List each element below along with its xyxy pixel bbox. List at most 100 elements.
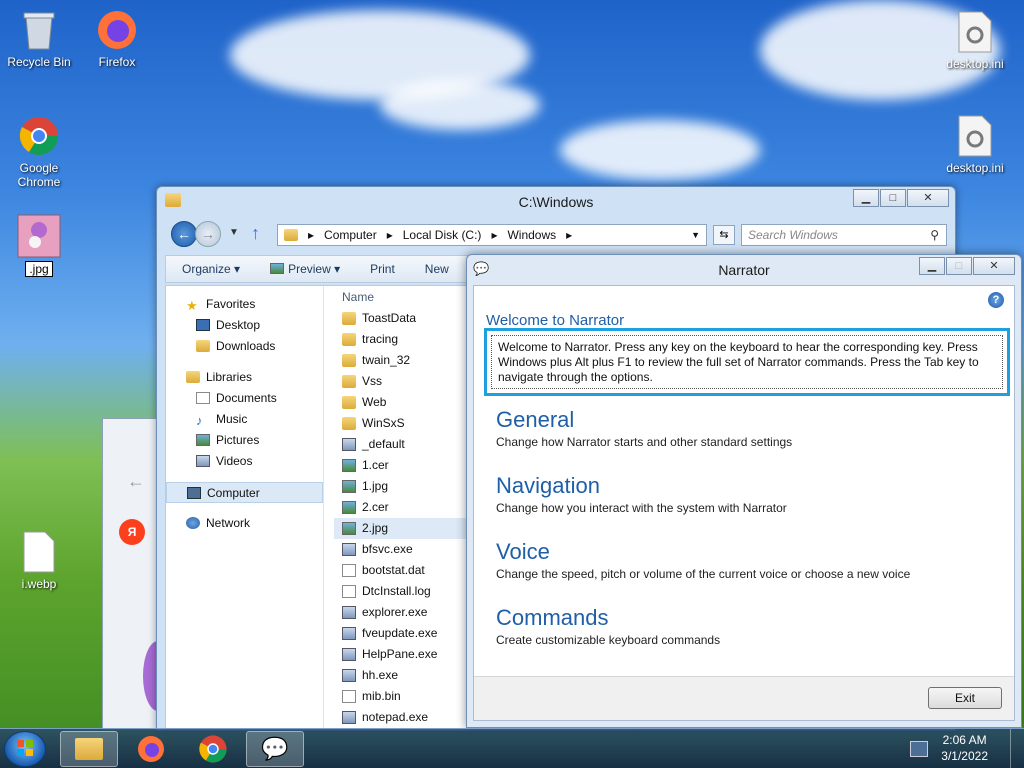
file-row[interactable]: 1.jpg [334,476,474,497]
nav-music[interactable]: ♪ Music [166,409,323,430]
back-arrow-icon[interactable]: ← [127,471,145,492]
nav-documents[interactable]: Documents [166,388,323,409]
section-general[interactable]: General Change how Narrator starts and o… [496,406,792,450]
file-row[interactable]: DtcInstall.log [334,581,474,602]
navigation-pane[interactable]: ★ Favorites Desktop Downloads Libraries D… [166,286,324,729]
preview-button[interactable]: Preview ▾ [270,262,340,276]
file-row[interactable]: fveupdate.exe [334,623,474,644]
taskbar-chrome[interactable] [184,731,242,767]
file-row[interactable]: HelpPane.exe [334,644,474,665]
section-desc: Create customizable keyboard commands [496,633,721,647]
file-row[interactable]: _default [334,434,474,455]
breadcrumb-computer[interactable]: Computer [324,228,377,242]
minimize-button[interactable]: ▁ [853,189,879,207]
taskbar-firefox[interactable] [122,731,180,767]
breadcrumb-windows[interactable]: Windows [507,228,556,242]
search-icon[interactable]: ⚲ [930,228,939,242]
file-icon [342,522,356,535]
recent-pages-chevron-icon[interactable]: ▼ [229,227,239,238]
file-row[interactable]: twain_32 [334,350,474,371]
yandex-icon[interactable]: Я [119,519,145,545]
up-arrow-icon[interactable]: ↑ [251,223,260,244]
file-name: hh.exe [362,668,399,682]
start-button[interactable] [4,731,46,767]
firefox-icon [138,736,164,762]
folder-icon [342,354,356,367]
file-row[interactable]: bootstat.dat [334,560,474,581]
address-dropdown-icon[interactable]: ▼ [691,230,700,240]
folder-icon [342,375,356,388]
file-row[interactable]: WinSxS [334,413,474,434]
help-icon[interactable]: ? [988,292,1004,308]
close-button[interactable]: ✕ [973,257,1015,275]
nav-downloads[interactable]: Downloads [166,336,323,357]
section-title[interactable]: General [496,406,792,434]
close-button[interactable]: ✕ [907,189,949,207]
nav-libraries[interactable]: Libraries [166,367,323,388]
desktop-icon-recycle-bin[interactable]: Recycle Bin [2,8,76,69]
section-commands[interactable]: Commands Create customizable keyboard co… [496,604,720,648]
section-voice[interactable]: Voice Change the speed, pitch or volume … [496,538,910,582]
file-row[interactable]: notepad.exe [334,707,474,728]
section-title[interactable]: Commands [496,604,720,632]
taskbar-explorer[interactable] [60,731,118,767]
desktop-icon-desktop-ini[interactable]: desktop.ini [938,10,1012,71]
column-header-name[interactable]: Name [334,290,474,308]
organize-button[interactable]: Organize ▾ [182,262,240,276]
file-name: 2.jpg [362,521,389,535]
file-row[interactable]: explorer.exe [334,602,474,623]
file-row[interactable]: bfsvc.exe [334,539,474,560]
file-row[interactable]: Vss [334,371,474,392]
print-button[interactable]: Print [370,262,395,276]
pictures-icon [196,434,210,446]
nav-videos[interactable]: Videos [166,451,323,472]
welcome-text-box[interactable]: Welcome to Narrator. Press any key on th… [484,328,1010,396]
file-row[interactable]: mib.bin [334,686,474,707]
file-icon [342,585,356,598]
narrator-window[interactable]: 💬 Narrator ▁ □ ✕ ? Welcome to Narrator W… [466,254,1022,728]
folder-icon [342,417,356,430]
search-input[interactable]: Search Windows [741,224,947,246]
star-icon: ★ [186,298,198,313]
preview-label: Preview ▾ [288,262,341,276]
browser-window-partial[interactable]: ← Я [102,418,173,730]
nav-computer[interactable]: Computer [166,482,323,503]
maximize-button[interactable]: □ [880,189,906,207]
file-row[interactable]: Web [334,392,474,413]
file-list[interactable]: Name ToastData tracing twain_32 Vss Web WinSx… [334,290,474,728]
file-row[interactable]: tracing [334,329,474,350]
nav-network[interactable]: Network [166,513,323,534]
file-icon [342,501,356,514]
breadcrumb-local-disk[interactable]: Local Disk (C:) [403,228,482,242]
desktop-icon-firefox[interactable]: Firefox [80,8,154,69]
refresh-icon[interactable]: ⇆ [713,225,735,245]
cloud [560,120,760,180]
file-row[interactable]: 1.cer [334,455,474,476]
desktop-icon-desktop-ini[interactable]: desktop.ini [938,114,1012,175]
network-tray-icon[interactable] [910,741,928,757]
welcome-text: Welcome to Narrator. Press any key on th… [491,335,1003,389]
show-desktop-button[interactable] [1010,729,1024,768]
nav-pictures[interactable]: Pictures [166,430,323,451]
forward-button[interactable]: → [195,221,221,247]
clock[interactable]: 2:06 AM 3/1/2022 [941,732,988,764]
file-row[interactable]: hh.exe [334,665,474,686]
section-title[interactable]: Navigation [496,472,787,500]
desktop-icon-chrome[interactable]: Google Chrome [2,114,76,189]
desktop-icon-label: desktop.ini [946,57,1004,71]
nav-favorites[interactable]: ★ Favorites [166,294,323,315]
section-title[interactable]: Voice [496,538,910,566]
new-button[interactable]: New [425,262,449,276]
taskbar-narrator[interactable]: 💬 [246,731,304,767]
minimize-button[interactable]: ▁ [919,257,945,275]
back-button[interactable]: ← [171,221,197,247]
file-row[interactable]: ToastData [334,308,474,329]
nav-desktop[interactable]: Desktop [166,315,323,336]
file-row[interactable]: 2.jpg [334,518,474,539]
section-navigation[interactable]: Navigation Change how you interact with … [496,472,787,516]
desktop-icon-jpg[interactable]: .jpg [2,214,76,277]
exit-button[interactable]: Exit [928,687,1002,709]
address-bar[interactable]: ▸ Computer ▸ Local Disk (C:) ▸ Windows ▸… [277,224,707,246]
file-row[interactable]: 2.cer [334,497,474,518]
desktop-icon-webp[interactable]: i.webp [2,530,76,591]
